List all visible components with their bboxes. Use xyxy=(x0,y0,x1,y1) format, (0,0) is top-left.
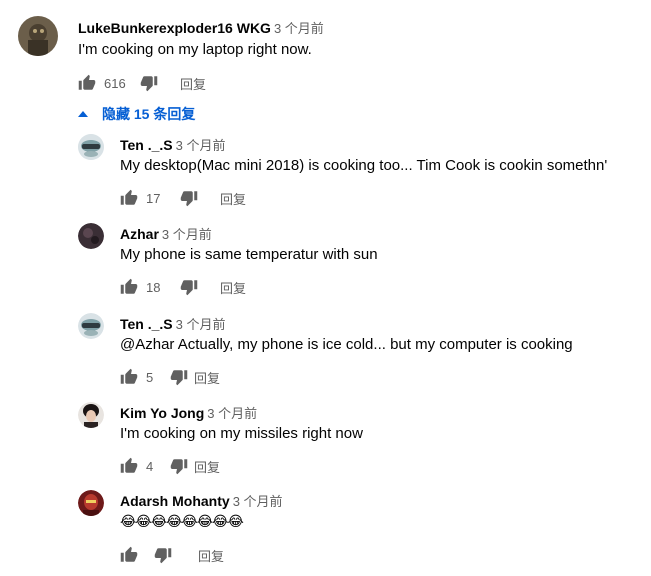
thumbs-down-icon[interactable] xyxy=(170,368,188,386)
thumbs-up-icon[interactable] xyxy=(120,457,138,475)
reply-text: 😂😂😂😂😂😂😂😂 xyxy=(120,513,244,529)
thumbs-down-icon[interactable] xyxy=(140,74,158,92)
reply-text: @Azhar Actually, my phone is ice cold...… xyxy=(120,336,573,353)
caret-up-icon xyxy=(78,111,88,117)
thumbs-up-icon[interactable] xyxy=(120,546,138,564)
avatar[interactable] xyxy=(78,313,104,339)
like-count: 5 xyxy=(146,369,154,385)
thumbs-down-icon[interactable] xyxy=(170,457,188,475)
thumbs-down-icon[interactable] xyxy=(180,278,198,296)
reply-button[interactable]: 回复 xyxy=(198,546,224,565)
thumbs-up-icon[interactable] xyxy=(120,368,138,386)
reply-time[interactable]: 3 个月前 xyxy=(162,227,212,242)
thumbs-up-icon[interactable] xyxy=(78,74,96,92)
reply-button[interactable]: 回复 xyxy=(220,278,246,297)
avatar[interactable] xyxy=(78,490,104,516)
avatar[interactable] xyxy=(78,223,104,249)
avatar[interactable] xyxy=(18,16,58,56)
author-name[interactable]: LukeBunkerexploder16 WKG xyxy=(78,20,271,36)
reply-button[interactable]: 回复 xyxy=(194,457,220,476)
author-name[interactable]: Kim Yo Jong xyxy=(120,405,204,421)
hide-replies-button[interactable]: 隐藏 15 条回复 xyxy=(78,104,195,124)
thumbs-down-icon[interactable] xyxy=(154,546,172,564)
comment-text: I'm cooking on my laptop right now. xyxy=(78,41,312,58)
reply-time[interactable]: 3 个月前 xyxy=(176,317,226,332)
reply-time[interactable]: 3 个月前 xyxy=(176,138,226,153)
reply-text: I'm cooking on my missiles right now xyxy=(120,425,363,442)
like-count: 18 xyxy=(146,279,161,295)
comment-time[interactable]: 3 个月前 xyxy=(274,21,324,36)
reply-text: My desktop(Mac mini 2018) is cooking too… xyxy=(120,157,608,174)
reply-actions: 4 回复 xyxy=(120,456,220,476)
reply-author[interactable]: Ten ._.S 3 个月前 xyxy=(120,135,226,154)
reply-actions: 17 回复 xyxy=(120,188,246,208)
avatar[interactable] xyxy=(78,402,104,428)
reply-actions: 5 回复 xyxy=(120,367,220,387)
like-count: 616 xyxy=(104,75,126,91)
comment-author[interactable]: LukeBunkerexploder16 WKG 3 个月前 xyxy=(78,18,324,37)
like-count: 4 xyxy=(146,458,154,474)
thumbs-up-icon[interactable] xyxy=(120,189,138,207)
toggle-label: 隐藏 15 条回复 xyxy=(102,106,196,122)
avatar[interactable] xyxy=(78,134,104,160)
reply-author[interactable]: Kim Yo Jong 3 个月前 xyxy=(120,403,257,422)
reply-time[interactable]: 3 个月前 xyxy=(207,406,257,421)
reply-author[interactable]: Ten ._.S 3 个月前 xyxy=(120,314,226,333)
author-name[interactable]: Ten ._.S xyxy=(120,137,173,153)
thumbs-up-icon[interactable] xyxy=(120,278,138,296)
reply-actions: 回复 xyxy=(120,545,224,565)
reply-author[interactable]: Adarsh Mohanty 3 个月前 xyxy=(120,491,283,510)
reply-actions: 18 回复 xyxy=(120,277,246,297)
reply-button[interactable]: 回复 xyxy=(194,368,220,387)
reply-button[interactable]: 回复 xyxy=(180,74,206,93)
author-name[interactable]: Adarsh Mohanty xyxy=(120,493,230,509)
author-name[interactable]: Azhar xyxy=(120,226,159,242)
reply-button[interactable]: 回复 xyxy=(220,189,246,208)
author-name[interactable]: Ten ._.S xyxy=(120,316,173,332)
thumbs-down-icon[interactable] xyxy=(180,189,198,207)
like-count: 17 xyxy=(146,190,161,206)
comment-actions: 616 回复 xyxy=(78,73,206,93)
reply-text: My phone is same temperatur with sun xyxy=(120,246,378,263)
reply-time[interactable]: 3 个月前 xyxy=(233,494,283,509)
reply-author[interactable]: Azhar 3 个月前 xyxy=(120,224,212,243)
